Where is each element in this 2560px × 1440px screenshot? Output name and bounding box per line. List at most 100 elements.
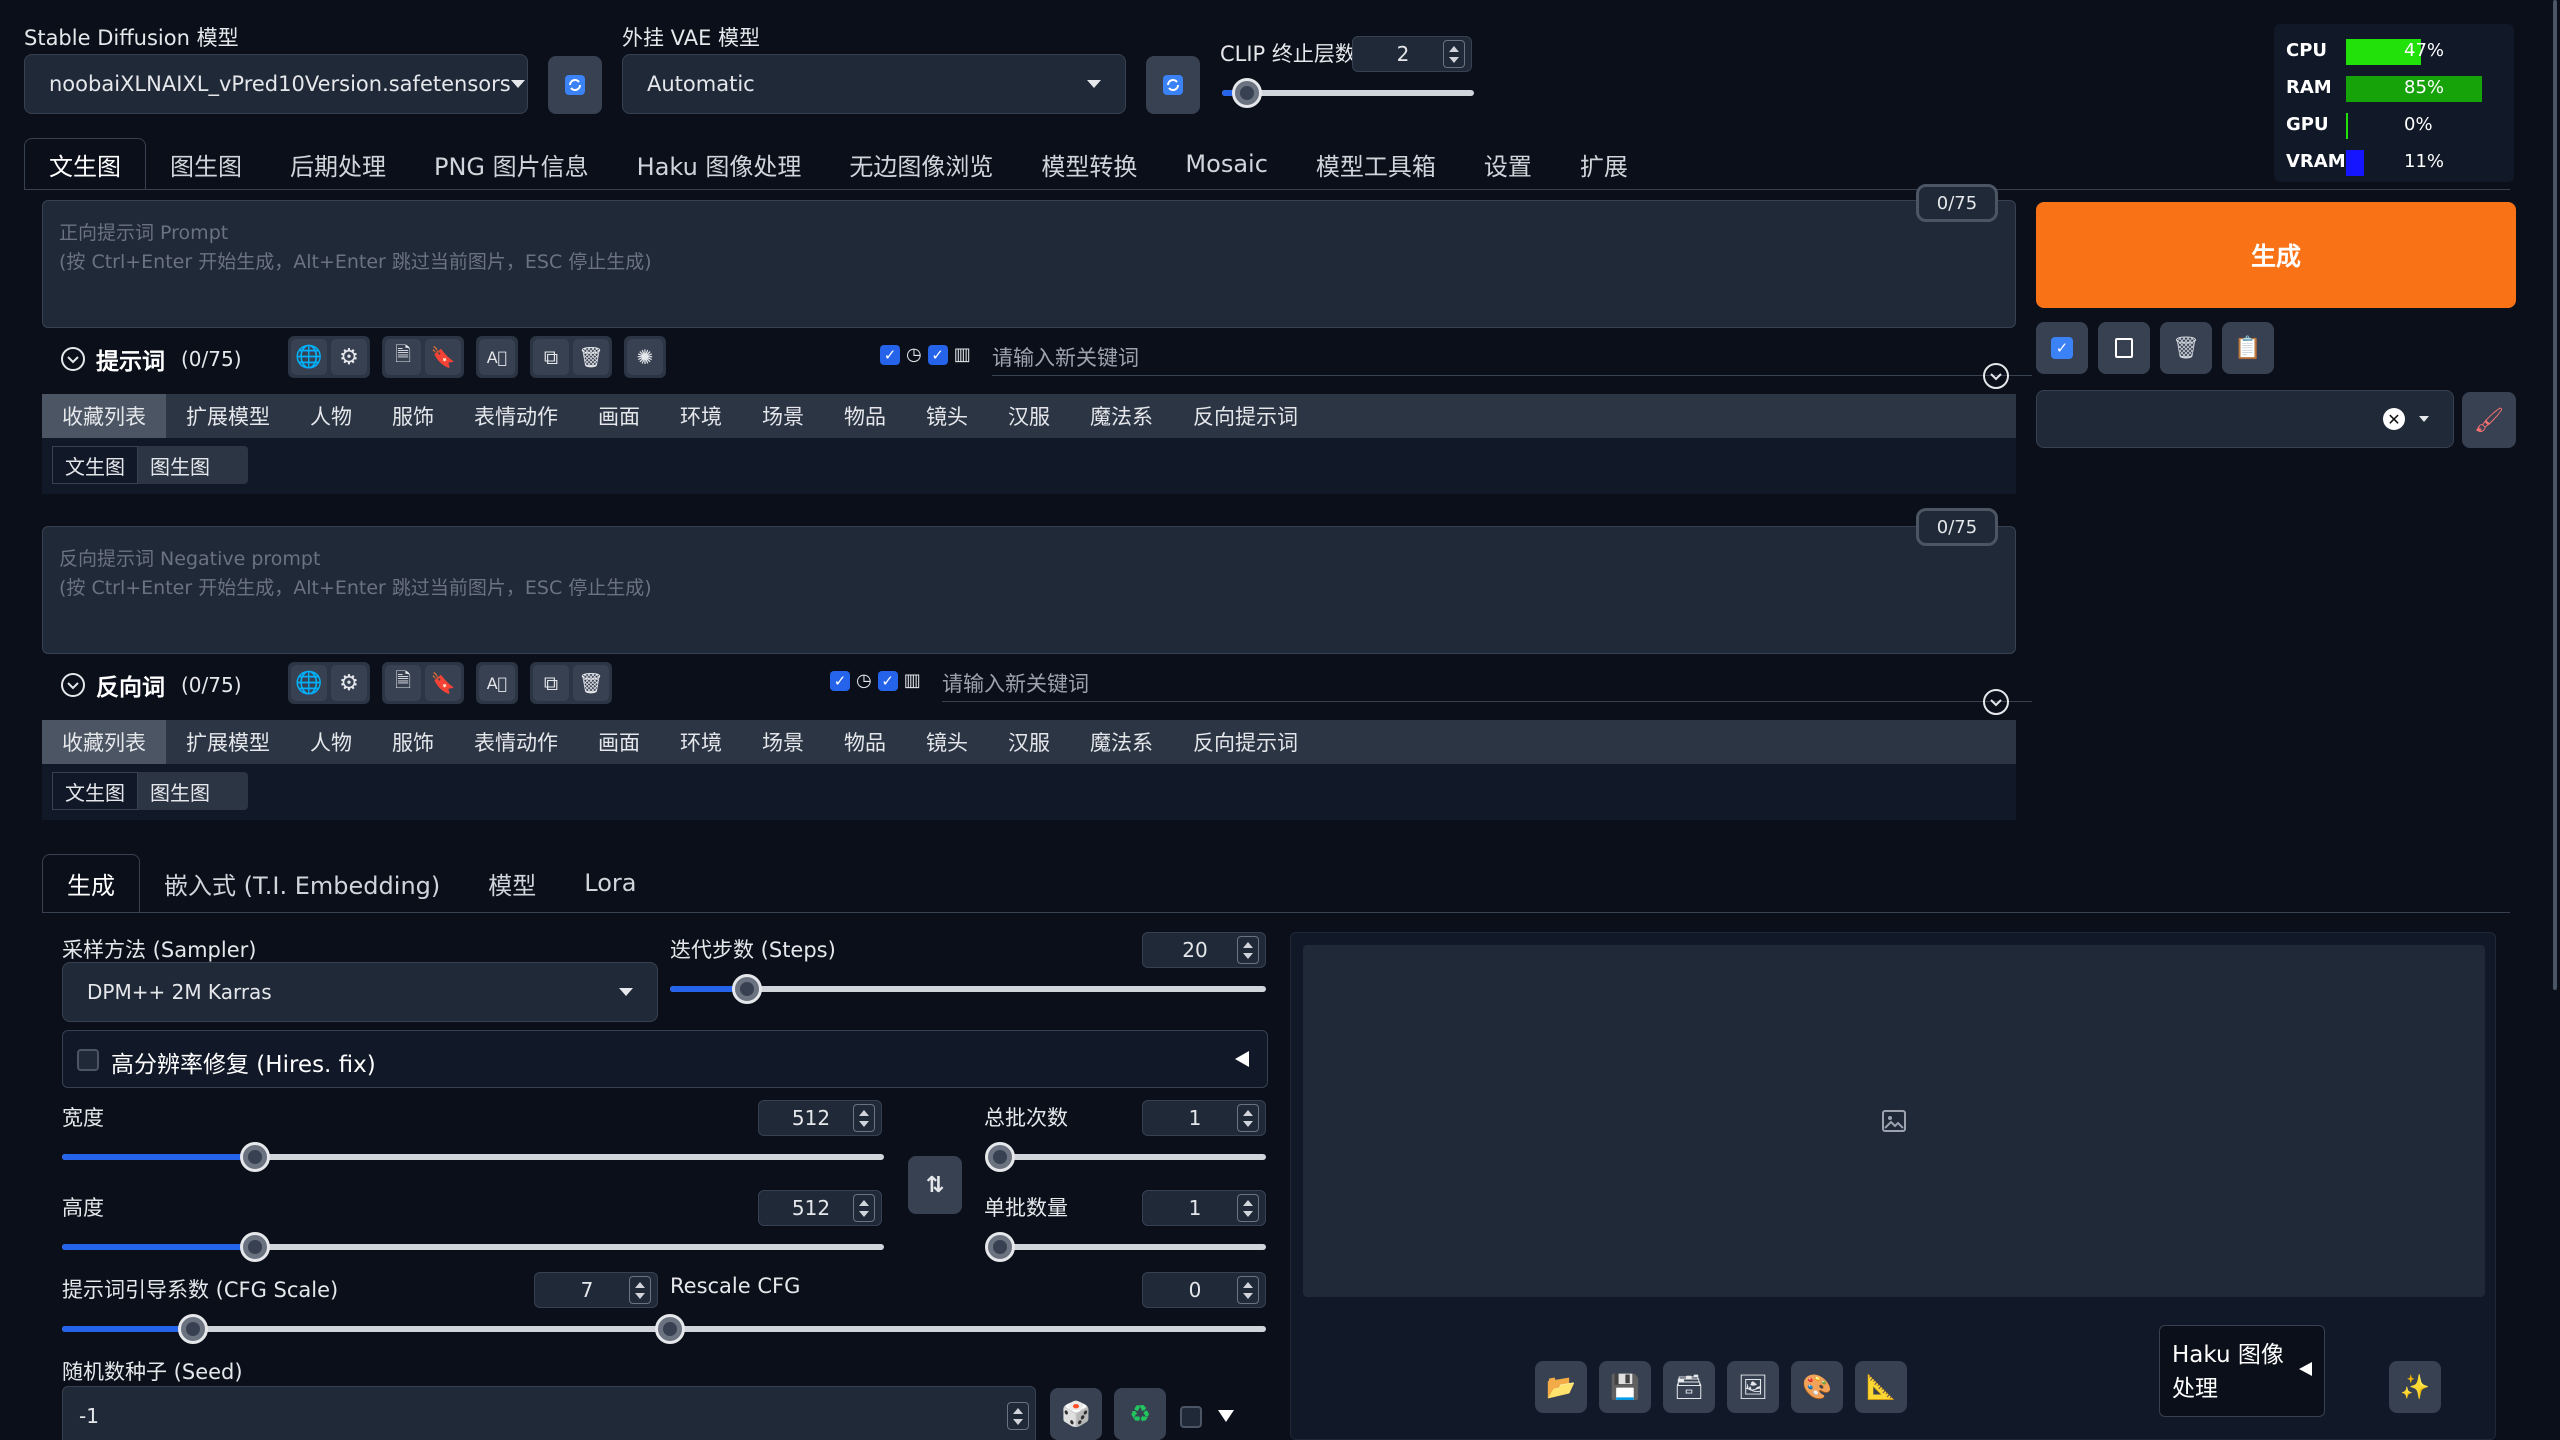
- copy-button[interactable]: ⧉: [533, 339, 569, 375]
- sub-tab[interactable]: 图生图: [138, 772, 222, 810]
- slider-thumb[interactable]: [655, 1314, 685, 1344]
- send-to-inpaint-button[interactable]: 🎨: [1791, 1361, 1843, 1413]
- stepper-icon[interactable]: [1237, 936, 1259, 964]
- stepper-icon[interactable]: [853, 1194, 875, 1222]
- hires-fix-accordion[interactable]: 高分辨率修复 (Hires. fix): [62, 1030, 1268, 1088]
- category-tab[interactable]: 镜头: [906, 394, 988, 438]
- collapse-icon[interactable]: [60, 672, 86, 698]
- gen-tab[interactable]: 生成: [42, 854, 140, 912]
- delete-button[interactable]: 🗑: [573, 339, 609, 375]
- gen-tab[interactable]: Lora: [560, 854, 660, 912]
- stepper-icon[interactable]: [1237, 1276, 1259, 1304]
- sub-tab[interactable]: 文生图: [52, 772, 138, 810]
- width-input[interactable]: 512: [758, 1100, 882, 1136]
- refresh-model-button[interactable]: [548, 56, 602, 114]
- category-tab[interactable]: 魔法系: [1070, 394, 1173, 438]
- cfg-slider[interactable]: [62, 1314, 658, 1344]
- apply-style-button[interactable]: ✓: [2036, 322, 2088, 374]
- category-tab[interactable]: 物品: [824, 720, 906, 764]
- category-tab[interactable]: 表情动作: [454, 394, 578, 438]
- category-tab[interactable]: 镜头: [906, 720, 988, 764]
- gen-tab[interactable]: 嵌入式 (T.I. Embedding): [140, 854, 464, 912]
- delete-button[interactable]: 🗑: [573, 665, 609, 701]
- gen-tab[interactable]: 模型: [464, 854, 560, 912]
- bookmark-button[interactable]: 🔖: [425, 339, 461, 375]
- main-tab[interactable]: 模型工具箱: [1292, 138, 1460, 190]
- stepper-icon[interactable]: [629, 1276, 651, 1304]
- steps-input[interactable]: 20: [1142, 932, 1266, 968]
- sd-model-dropdown[interactable]: noobaiXLNAIXL_vPred10Version.safetensors: [24, 54, 528, 114]
- settings-button[interactable]: ⚙: [331, 665, 367, 701]
- stepper-icon[interactable]: [1237, 1194, 1259, 1222]
- seed-input[interactable]: -1: [62, 1386, 1036, 1440]
- ai-button[interactable]: ✺: [627, 339, 663, 375]
- checkbox-icon[interactable]: ✓: [877, 670, 898, 691]
- clear-style-button[interactable]: [2098, 322, 2150, 374]
- main-tab[interactable]: PNG 图片信息: [410, 138, 613, 190]
- category-tab[interactable]: 收藏列表: [42, 720, 166, 764]
- slider-thumb[interactable]: [240, 1142, 271, 1172]
- history-button[interactable]: 🗎: [385, 665, 421, 701]
- keyword-input[interactable]: 请输入新关键词: [942, 666, 2032, 702]
- slider-thumb[interactable]: [732, 974, 763, 1004]
- stepper-icon[interactable]: [1443, 40, 1465, 68]
- random-seed-button[interactable]: 🎲: [1050, 1388, 1102, 1440]
- swap-dimensions-button[interactable]: ⇅: [908, 1156, 962, 1214]
- translate-text-button[interactable]: A⃞: [479, 339, 515, 375]
- prompt-textarea[interactable]: 正向提示词 Prompt (按 Ctrl+Enter 开始生成，Alt+Ente…: [42, 200, 2016, 328]
- checkbox-icon[interactable]: ✓: [830, 670, 850, 691]
- clip-skip-slider[interactable]: [1222, 78, 1474, 108]
- stepper-icon[interactable]: [853, 1104, 875, 1132]
- expand-icon[interactable]: [1982, 362, 2010, 390]
- edit-style-button[interactable]: 🖌: [2462, 392, 2516, 448]
- translate-text-button[interactable]: A⃞: [479, 665, 515, 701]
- category-tab[interactable]: 环境: [660, 720, 742, 764]
- main-tab[interactable]: 后期处理: [266, 138, 410, 190]
- category-tab[interactable]: 扩展模型: [166, 720, 290, 764]
- slider-thumb[interactable]: [1232, 78, 1263, 108]
- image-preview[interactable]: [1303, 945, 2485, 1297]
- category-tab[interactable]: 画面: [578, 394, 660, 438]
- category-tab[interactable]: 服饰: [372, 720, 454, 764]
- category-tab[interactable]: 人物: [290, 720, 372, 764]
- send-to-extras-button[interactable]: 📐: [1855, 1361, 1907, 1413]
- category-tab[interactable]: 画面: [578, 720, 660, 764]
- settings-button[interactable]: ⚙: [331, 339, 367, 375]
- category-tab[interactable]: 收藏列表: [42, 394, 166, 438]
- main-tab[interactable]: 图生图: [146, 138, 266, 190]
- hires-fix-checkbox[interactable]: [77, 1049, 99, 1071]
- collapse-icon[interactable]: [60, 346, 86, 372]
- send-to-img2img-button[interactable]: 🖼: [1727, 1361, 1779, 1413]
- main-tab[interactable]: 文生图: [24, 138, 146, 190]
- slider-thumb[interactable]: [240, 1232, 271, 1262]
- extra-seed-checkbox[interactable]: [1180, 1406, 1202, 1428]
- paste-style-button[interactable]: 📋: [2222, 322, 2274, 374]
- dropdown-triangle-icon[interactable]: [1218, 1410, 1234, 1422]
- clip-skip-input[interactable]: 2: [1352, 36, 1472, 72]
- main-tab[interactable]: 模型转换: [1017, 138, 1161, 190]
- delete-style-button[interactable]: 🗑: [2160, 322, 2212, 374]
- sub-tab[interactable]: 图生图: [138, 446, 222, 484]
- cfg-input[interactable]: 7: [534, 1272, 658, 1308]
- main-tab[interactable]: Mosaic: [1161, 138, 1291, 190]
- prompt-header[interactable]: 提示词 (0/75): [60, 342, 242, 376]
- scrollbar-track[interactable]: [2550, 0, 2560, 1440]
- slider-thumb[interactable]: [178, 1314, 209, 1344]
- styles-dropdown[interactable]: ✕: [2036, 390, 2454, 448]
- scrollbar-thumb[interactable]: [2553, 0, 2557, 990]
- main-tab[interactable]: 扩展: [1556, 138, 1652, 190]
- keyword-input[interactable]: 请输入新关键词: [992, 340, 2032, 376]
- stepper-icon[interactable]: [1237, 1104, 1259, 1132]
- main-tab[interactable]: Haku 图像处理: [613, 138, 826, 190]
- generate-button[interactable]: 生成: [2036, 202, 2516, 308]
- checkbox-icon[interactable]: ✓: [927, 344, 948, 365]
- history-button[interactable]: 🗎: [385, 339, 421, 375]
- main-tab[interactable]: 无边图像浏览: [825, 138, 1017, 190]
- category-tab[interactable]: 魔法系: [1070, 720, 1173, 764]
- sampler-dropdown[interactable]: DPM++ 2M Karras: [62, 962, 658, 1022]
- zip-button[interactable]: 🗃: [1663, 1361, 1715, 1413]
- save-button[interactable]: 💾: [1599, 1361, 1651, 1413]
- category-tab[interactable]: 表情动作: [454, 720, 578, 764]
- bookmark-button[interactable]: 🔖: [425, 665, 461, 701]
- rescale-cfg-slider[interactable]: [655, 1314, 1266, 1344]
